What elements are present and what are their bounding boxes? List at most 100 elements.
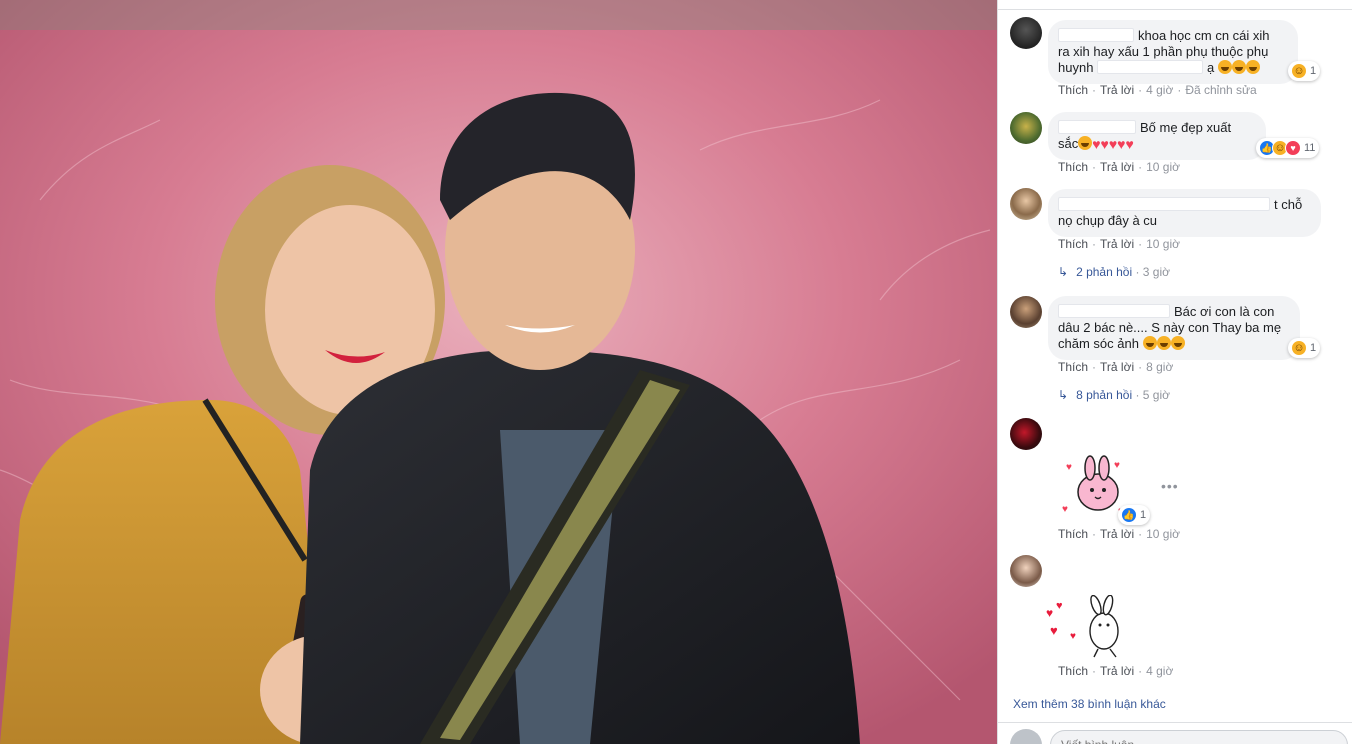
comment-text: dâu 2 bác nè.... S này con Thay ba mẹ [1058,320,1282,335]
like-icon: 👍 [1121,507,1137,523]
view-replies-link[interactable]: ↳ 2 phản hồi · 3 giờ [1058,265,1170,279]
redacted-name [1058,120,1136,134]
like-link[interactable]: Thích [1058,160,1088,174]
view-more-comments-link[interactable]: Xem thêm 38 bình luận khác [1013,697,1166,711]
svg-text:♥: ♥ [1062,504,1068,515]
comment-bubble: khoa học cm cn cái xih ra xih hay xấu 1 … [1048,20,1298,84]
like-link[interactable]: Thích [1058,237,1088,251]
timestamp[interactable]: 10 giờ [1146,237,1180,251]
redacted-name [1058,197,1270,211]
grinning-sweat-icon [1170,336,1185,350]
comment-bubble: t chỗ nọ chụp đây à cu [1048,189,1321,237]
comment-actions: Thích · Trả lời · 4 giờ · Đã chỉnh sửa [1058,83,1257,97]
reaction-count: 1 [1140,509,1147,521]
comment-text: khoa học cm cn cái xih [1138,28,1270,43]
more-options-icon[interactable]: ••• [1161,478,1179,494]
comment-text-line: t chỗ [1058,197,1311,213]
avatar[interactable] [1010,418,1042,450]
grinning-sweat-icon [1231,60,1246,74]
svg-text:♥: ♥ [1114,460,1120,471]
rabbit-hearts-sticker[interactable]: ♥ ♥ ♥ ♥ [1046,595,1136,659]
reply-link[interactable]: Trả lời [1100,664,1134,678]
timestamp[interactable]: 8 giờ [1146,360,1173,374]
avatar[interactable] [1010,112,1042,144]
grinning-sweat-icon [1078,136,1093,150]
separator: · [1138,527,1143,541]
svg-text:♥: ♥ [1070,631,1076,642]
avatar[interactable] [1010,555,1042,587]
reaction-count: 1 [1310,65,1317,77]
edited-label[interactable]: Đã chỉnh sửa [1185,83,1256,97]
like-link[interactable]: Thích [1058,664,1088,678]
reply-link[interactable]: Trả lời [1100,360,1134,374]
comment-text: huynh [1058,60,1094,75]
timestamp[interactable]: 4 giờ [1146,83,1173,97]
timestamp[interactable]: 10 giờ [1146,527,1180,541]
reply-link[interactable]: Trả lời [1100,237,1134,251]
view-replies-link[interactable]: ↳ 8 phản hồi · 5 giờ [1058,388,1170,402]
reaction-summary[interactable]: ☺ 1 [1288,338,1321,358]
comment-text: sắc [1058,136,1079,151]
svg-text:♥: ♥ [1046,606,1053,620]
heart-icon: ♥ [1100,136,1109,152]
comment-text: Bác ơi con là con [1174,304,1275,319]
replies-count: 2 phản hồi [1076,265,1133,279]
like-link[interactable]: Thích [1058,83,1088,97]
grinning-sweat-icon [1156,336,1171,350]
reply-link[interactable]: Trả lời [1100,83,1134,97]
separator: · [1138,237,1143,251]
reaction-count: 11 [1304,142,1316,154]
timestamp[interactable]: 10 giờ [1146,160,1180,174]
comment-text: nọ chụp đây à cu [1058,213,1158,228]
reaction-summary[interactable]: 👍 1 [1118,505,1151,525]
comment-text-line: Bố mẹ đẹp xuất [1058,120,1256,136]
heart-icon: ♥ [1092,136,1101,152]
comment-text-line: khoa học cm cn cái xih [1058,28,1288,44]
separator: · [1092,83,1097,97]
reaction-summary[interactable]: ☺ 1 [1288,61,1321,81]
comment-text-line: Bác ơi con là con [1058,304,1290,320]
comment-text-line: chăm sóc ảnh [1058,336,1290,352]
photo-scene [0,0,997,744]
comment-actions: Thích · Trả lời · 4 giờ [1058,664,1173,678]
heart-icon: ♥ [1108,136,1118,152]
replies-count: 8 phản hồi [1076,388,1133,402]
comment-text: ra xih hay xấu 1 phần phụ thuộc phụ [1058,44,1269,59]
separator: · [1138,360,1143,374]
separator: · [1092,527,1097,541]
avatar[interactable] [1010,17,1042,49]
like-link[interactable]: Thích [1058,360,1088,374]
redacted-name [1058,304,1170,318]
love-icon: ♥ [1285,140,1301,156]
comment-composer [998,722,1352,744]
haha-icon: ☺ [1291,340,1307,356]
grinning-sweat-icon [1217,60,1232,74]
separator: · [1092,360,1097,374]
redacted-name [1058,28,1134,42]
comment-input[interactable] [1050,730,1348,744]
haha-icon: ☺ [1291,63,1307,79]
comment-text: t chỗ [1274,197,1303,212]
reply-link[interactable]: Trả lời [1100,160,1134,174]
comment-actions: Thích · Trả lời · 10 giờ [1058,160,1180,174]
reply-link[interactable]: Trả lời [1100,527,1134,541]
avatar[interactable] [1010,296,1042,328]
avatar[interactable] [1010,188,1042,220]
comment-bubble: Bác ơi con là con dâu 2 bác nè.... S này… [1048,296,1300,360]
post-photo[interactable] [0,0,997,744]
comment-text-line: huynh ạ [1058,60,1288,76]
svg-text:♥: ♥ [1050,623,1058,638]
comment-text: chăm sóc ảnh [1058,336,1139,351]
separator: · [1138,83,1143,97]
timestamp[interactable]: 4 giờ [1146,664,1173,678]
divider [998,9,1352,10]
separator: · [1092,160,1097,174]
like-link[interactable]: Thích [1058,527,1088,541]
separator: · [1177,83,1182,97]
comment-text: Bố mẹ đẹp xuất [1140,120,1232,135]
reply-arrow-icon: ↳ [1058,388,1069,402]
comment-text: ạ [1207,60,1215,75]
separator: · [1092,664,1097,678]
heart-icon: ♥ [1125,136,1134,152]
reaction-summary[interactable]: 👍 ☺ ♥ 11 [1256,138,1320,158]
